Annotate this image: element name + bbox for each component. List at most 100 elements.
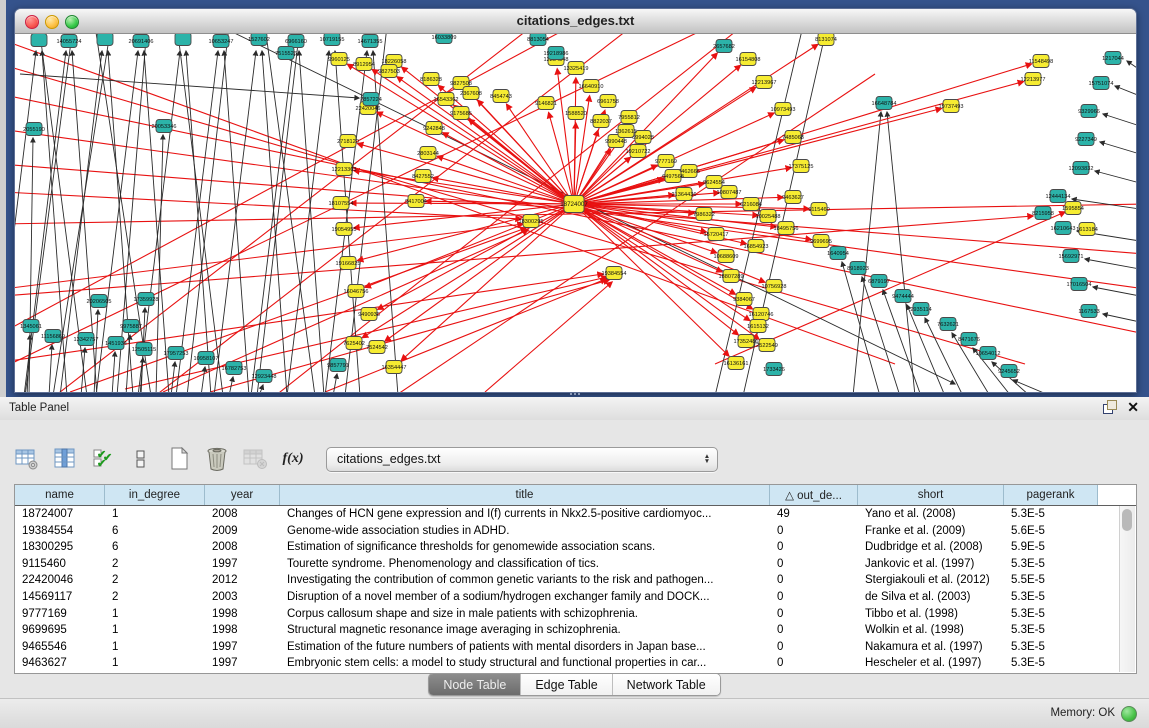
graph-node[interactable]: 8186328 (420, 73, 442, 86)
graph-node[interactable]: 16033809 (432, 34, 457, 44)
graph-node[interactable]: 9960125 (328, 53, 350, 66)
vertical-scrollbar[interactable] (1119, 506, 1135, 672)
graph-node[interactable]: 12093832 (1069, 162, 1094, 175)
table-row[interactable]: 2242004622012Investigating the contribut… (15, 572, 1136, 589)
graph-node[interactable]: 8918923 (847, 262, 869, 275)
graph-node[interactable]: 17375125 (789, 160, 814, 173)
graph-node[interactable] (175, 34, 191, 46)
graph-node[interactable]: 1733426 (763, 363, 785, 376)
tab-edge-table[interactable]: Edge Table (521, 674, 612, 695)
table-row[interactable]: 1872400712008Changes of HCN gene express… (15, 506, 1136, 523)
table-row[interactable]: 1938455462009Genome-wide association stu… (15, 523, 1136, 540)
graph-node[interactable]: 9463627 (782, 191, 804, 204)
graph-node[interactable]: 16782753 (222, 362, 247, 375)
graph-node[interactable]: 10654012 (976, 347, 1001, 360)
graph-node[interactable]: 15692971 (1059, 250, 1084, 263)
graph-node[interactable]: 9699695 (810, 235, 832, 248)
graph-node[interactable]: 6961758 (597, 95, 619, 108)
graph-node[interactable]: 7485063 (782, 131, 804, 144)
graph-node[interactable]: 7632621 (937, 318, 959, 331)
graph-node[interactable]: 14671355 (358, 35, 383, 48)
graph-node[interactable]: 6216084 (740, 198, 762, 211)
graph-node[interactable]: 18495756 (774, 222, 799, 235)
attribute-table[interactable]: namein_degreeyeartitle△ out_de...shortpa… (14, 484, 1137, 674)
table-row[interactable]: 969969511998Structural magnetic resonanc… (15, 622, 1136, 639)
graph-node[interactable]: 12444134 (1046, 190, 1071, 203)
graph-node[interactable]: 8822037 (590, 115, 612, 128)
graph-node[interactable]: 7857224 (360, 93, 382, 106)
graph-node[interactable]: 19166825 (336, 257, 361, 270)
column-header-short[interactable]: short (858, 485, 1004, 505)
graph-node[interactable]: 7515526 (275, 47, 297, 60)
create-column-button[interactable] (166, 446, 192, 472)
graph-node[interactable]: 16354447 (382, 361, 407, 374)
tab-network-table[interactable]: Network Table (613, 674, 720, 695)
graph-node[interactable]: 10756928 (762, 280, 787, 293)
graph-node[interactable]: 9975887 (120, 320, 142, 333)
graph-node[interactable]: 1595854 (1062, 202, 1084, 215)
graph-node[interactable]: 17016504 (1067, 278, 1092, 291)
graph-node[interactable]: 9624554 (703, 176, 725, 189)
graph-node[interactable]: 9827503 (378, 65, 400, 78)
show-columns-button[interactable] (52, 446, 78, 472)
graph-node[interactable]: 9490936 (358, 308, 380, 321)
graph-node[interactable]: 2718120 (337, 135, 359, 148)
graph-node[interactable]: 18724007 (560, 196, 588, 213)
graph-node[interactable]: 1588520 (565, 107, 587, 120)
table-row[interactable]: 1456911722003Disruption of a novel membe… (15, 589, 1136, 606)
graph-node[interactable]: 1217044 (1102, 52, 1124, 65)
graph-node[interactable]: 9417004 (405, 195, 427, 208)
close-panel-icon[interactable]: ✕ (1127, 400, 1139, 414)
graph-node[interactable]: 16640910 (579, 80, 604, 93)
graph-node[interactable]: 2367608 (460, 87, 482, 100)
scrollbar-thumb[interactable] (1122, 509, 1132, 531)
graph-node[interactable]: 1640954 (827, 247, 849, 260)
graph-node[interactable]: 9146821 (535, 97, 557, 110)
graph-node[interactable]: 1527602 (248, 34, 270, 46)
graph-node[interactable]: 10653247 (209, 35, 234, 48)
graph-node[interactable]: 12213967 (752, 76, 777, 89)
function-builder-button[interactable]: f(x) (280, 446, 306, 472)
network-window-titlebar[interactable]: citations_edges.txt (15, 9, 1136, 34)
graph-node[interactable]: 16543362 (434, 93, 459, 106)
column-header-indegree[interactable]: in_degree (105, 485, 205, 505)
table-row[interactable]: 977716911998Corpus callosum shape and si… (15, 606, 1136, 623)
graph-node[interactable]: 9474444 (892, 290, 914, 303)
column-header-outde[interactable]: △ out_de... (770, 485, 858, 505)
graph-node[interactable]: 1167533 (1078, 305, 1099, 318)
graph-node[interactable]: 21364436 (672, 188, 697, 201)
graph-node[interactable]: 18107554 (329, 197, 354, 210)
table-body[interactable]: 1872400712008Changes of HCN gene express… (15, 506, 1136, 672)
graph-node[interactable]: 10688609 (714, 250, 739, 263)
graph-node[interactable]: 10973493 (771, 103, 796, 116)
table-row[interactable]: 946362711997Embryonic stem cells: a mode… (15, 655, 1136, 672)
graph-node[interactable] (97, 34, 113, 46)
graph-node[interactable]: 12213977 (1021, 73, 1046, 86)
tab-node-table[interactable]: Node Table (429, 674, 521, 695)
graph-node[interactable]: 16210643 (1051, 222, 1076, 235)
column-header-pagerank[interactable]: pagerank (1004, 485, 1098, 505)
table-row[interactable]: 1830029562008Estimation of significance … (15, 539, 1136, 556)
graph-node[interactable]: 6497568 (662, 170, 684, 183)
graph-node[interactable]: 16648784 (872, 97, 897, 110)
graph-node[interactable]: 9227349 (1075, 133, 1097, 146)
graph-node[interactable]: 16154808 (736, 53, 761, 66)
graph-node[interactable]: 8912954 (353, 58, 375, 71)
graph-node[interactable]: 1615132 (747, 320, 769, 333)
graph-node[interactable] (31, 34, 47, 47)
table-selector-dropdown[interactable]: citations_edges.txt ▲▼ (326, 447, 718, 472)
table-row[interactable]: 946554611997Estimation of the future num… (15, 639, 1136, 656)
select-all-columns-button[interactable]: ✔✔✔ (90, 446, 116, 472)
column-header-title[interactable]: title (280, 485, 770, 505)
graph-node[interactable]: 2657682 (713, 40, 735, 53)
graph-node[interactable]: 9384067 (733, 293, 755, 306)
graph-node[interactable]: 7986322 (693, 208, 715, 221)
float-panel-icon[interactable] (1103, 400, 1117, 414)
graph-node[interactable]: 8813054 (527, 34, 549, 46)
table-header[interactable]: namein_degreeyeartitle△ out_de...shortpa… (15, 485, 1136, 506)
graph-node[interactable]: 9242848 (423, 122, 445, 135)
graph-node[interactable]: 12923448 (252, 370, 277, 383)
column-header-year[interactable]: year (205, 485, 280, 505)
table-row[interactable]: 911546021997Tourette syndrome. Phenomeno… (15, 556, 1136, 573)
graph-node[interactable]: 9245652 (998, 365, 1020, 378)
